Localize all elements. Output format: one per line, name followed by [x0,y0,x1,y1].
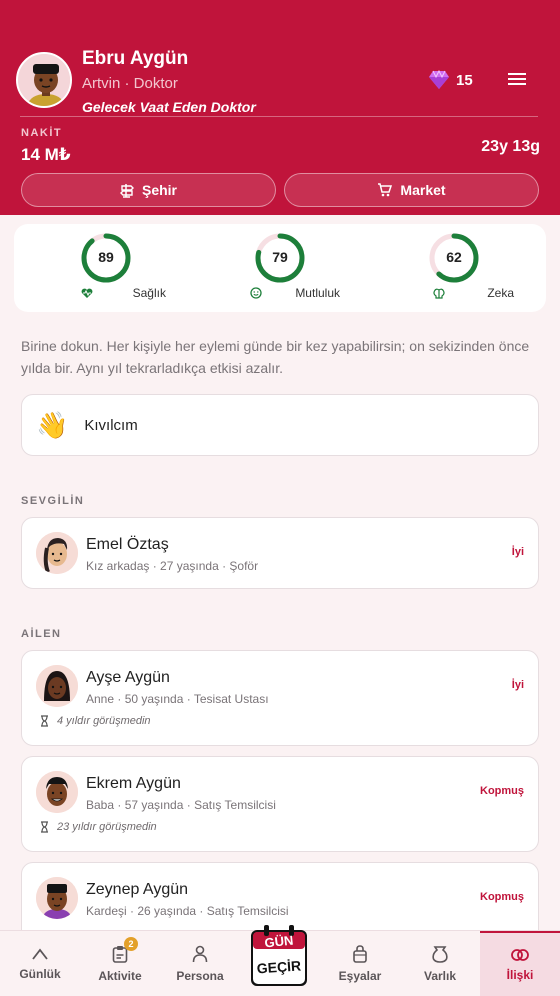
market-button-label: Market [400,182,446,198]
relationship-instructions: Birine dokun. Her kişiyle her eylemi gün… [21,338,530,376]
bag-icon [353,945,367,963]
player-age: 23y 13g [481,138,540,155]
player-title: Gelecek Vaat Eden Doktor [82,99,256,115]
father-meta: Baba · 57 yaşında · Satış Temsilcisi [86,798,276,812]
nav-items[interactable]: Eşyalar [320,931,400,996]
nav-persona-label: Persona [176,969,224,983]
cart-icon [378,183,393,197]
sibling-name: Zeynep Aygün [86,881,189,898]
mother-status: İyi [511,679,524,691]
family-card-mother[interactable]: Ayşe Aygün Anne · 50 yaşında · Tesisat U… [21,650,539,746]
brain-icon [433,288,445,299]
section-partner-title: SEVGİLİN [21,495,85,507]
stat-health-value: 89 [98,249,114,265]
nav-activity-label: Aktivite [98,969,142,983]
sibling-meta: Kardeşi · 26 yaşında · Satış Temsilcisi [86,904,289,918]
mother-last-contact: 4 yıldır görüşmedin [40,715,151,727]
rings-icon [511,949,529,961]
family-card-father[interactable]: Ekrem Aygün Baba · 57 yaşında · Satış Te… [21,756,539,852]
stat-health[interactable]: 89 Sağlık [46,232,166,300]
city-button[interactable]: Şehir [21,173,276,207]
stat-happiness[interactable]: 79 Mutluluk [220,232,340,300]
partner-avatar [36,532,78,574]
cash-value: 14 M₺ [21,145,71,164]
nav-relations-label: İlişki [506,968,534,982]
mother-meta: Anne · 50 yaşında · Tesisat Ustası [86,692,269,706]
hourglass-icon [41,715,48,727]
father-last-contact-text: 23 yıldır görüşmedin [57,821,157,833]
market-button[interactable]: Market [284,173,539,207]
header-divider [20,116,538,117]
chevron-up-icon [32,948,48,960]
person-icon [192,945,208,963]
player-location-job: Artvin · Doktor [82,75,178,92]
calendar-icon: GÜN GEÇİR [251,925,307,986]
father-name: Ekrem Aygün [86,775,181,792]
sibling-avatar [36,877,78,919]
partner-meta: Kız arkadaş · 27 yaşında · Şoför [86,559,259,573]
nav-daily-label: Günlük [19,967,61,981]
activity-badge: 2 [124,937,138,951]
nav-activity[interactable]: 2 Aktivite [80,931,160,996]
stats-card: 89 Sağlık 79 Mutluluk 62 Zeka [14,224,546,312]
smile-icon [250,287,262,299]
mother-avatar [36,665,78,707]
stat-happiness-label: Mutluluk [295,286,340,300]
nav-items-label: Eşyalar [338,969,382,983]
player-avatar[interactable] [16,52,72,108]
profile-header: Ebru Aygün Artvin · Doktor Gelecek Vaat … [0,0,560,215]
partner-card[interactable]: Emel Öztaş Kız arkadaş · 27 yaşında · Şo… [21,517,539,589]
gem-icon [429,70,449,89]
section-family-title: AİLEN [21,628,62,640]
nav-persona[interactable]: Persona [160,931,240,996]
father-avatar [36,771,78,813]
end-day-top-text: GÜN [264,933,294,951]
nav-daily[interactable]: Günlük [0,931,80,996]
mother-name: Ayşe Aygün [86,669,170,686]
stat-happiness-value: 79 [272,249,288,265]
gem-counter[interactable]: 15 [428,70,473,90]
city-button-label: Şehir [141,182,177,198]
partner-name: Emel Öztaş [86,536,169,553]
player-name: Ebru Aygün [82,48,189,69]
nav-assets[interactable]: Varlık [400,931,480,996]
signpost-icon [119,183,134,198]
stat-intelligence[interactable]: 62 Zeka [394,232,514,300]
stat-intelligence-value: 62 [446,249,462,265]
end-day-button[interactable]: GÜN GEÇİR [248,924,310,990]
partner-status: İyi [511,546,524,558]
stat-health-label: Sağlık [132,286,166,300]
nav-relations[interactable]: İlişki [480,931,560,996]
sibling-status: Kopmuş [480,891,524,903]
spark-action[interactable]: 👋 Kıvılcım [21,394,539,456]
nav-assets-label: Varlık [423,969,457,983]
father-status: Kopmuş [480,785,524,797]
father-last-contact: 23 yıldır görüşmedin [40,821,157,833]
end-day-bottom-text: GEÇİR [256,957,301,976]
heart-pulse-icon [81,288,93,298]
waving-hand-icon: 👋 [36,409,69,440]
cash-label: NAKİT [21,127,63,139]
hourglass-icon [41,821,48,833]
gem-count: 15 [456,71,473,89]
spark-label: Kıvılcım [84,416,138,434]
stat-intelligence-label: Zeka [487,286,514,300]
money-bag-icon [432,946,448,963]
menu-icon[interactable] [506,70,528,90]
mother-last-contact-text: 4 yıldır görüşmedin [57,715,151,727]
